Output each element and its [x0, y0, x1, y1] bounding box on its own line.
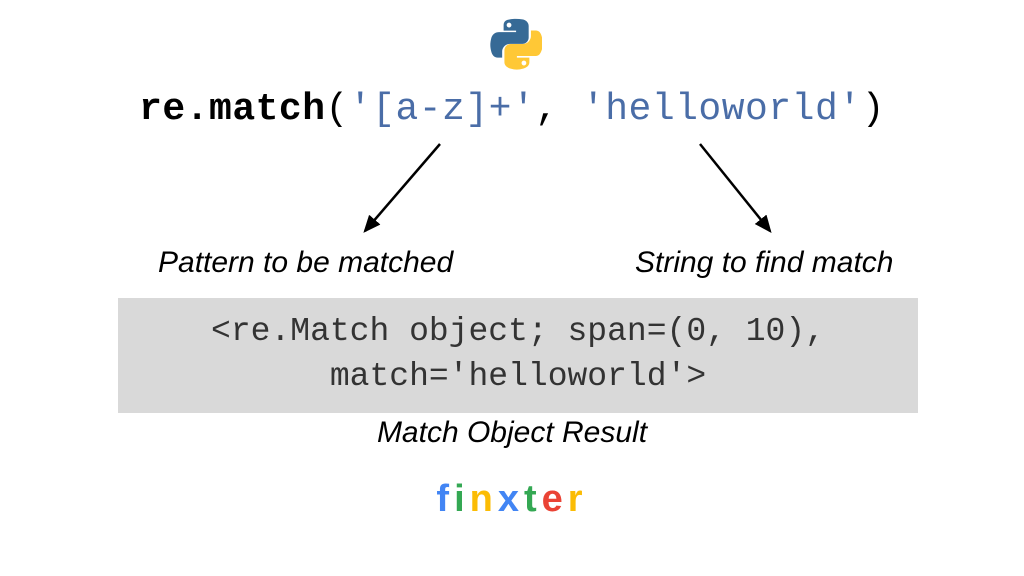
label-string: String to find match — [635, 246, 893, 280]
comma: , — [535, 88, 582, 131]
result-output-box: <re.Match object; span=(0, 10), match='h… — [118, 298, 918, 413]
code-expression: re.match('[a-z]+', 'helloworld') — [0, 88, 1024, 131]
python-logo-icon — [490, 18, 542, 70]
code-func: re.match — [139, 88, 325, 131]
close-paren: ) — [862, 88, 885, 131]
label-pattern: Pattern to be matched — [158, 246, 453, 280]
open-paren: ( — [326, 88, 349, 131]
code-arg-pattern: '[a-z]+' — [349, 88, 535, 131]
brand-letter: t — [524, 478, 542, 521]
arrows-icon — [0, 136, 1024, 256]
brand-letter: e — [542, 478, 568, 521]
brand-letter: i — [454, 478, 470, 521]
brand-finxter: finxter — [0, 478, 1024, 521]
brand-letter: x — [498, 478, 524, 521]
brand-letter: f — [436, 478, 454, 521]
label-result: Match Object Result — [0, 416, 1024, 450]
brand-letter: r — [568, 478, 588, 521]
brand-letter: n — [470, 478, 498, 521]
code-arg-string: 'helloworld' — [582, 88, 862, 131]
